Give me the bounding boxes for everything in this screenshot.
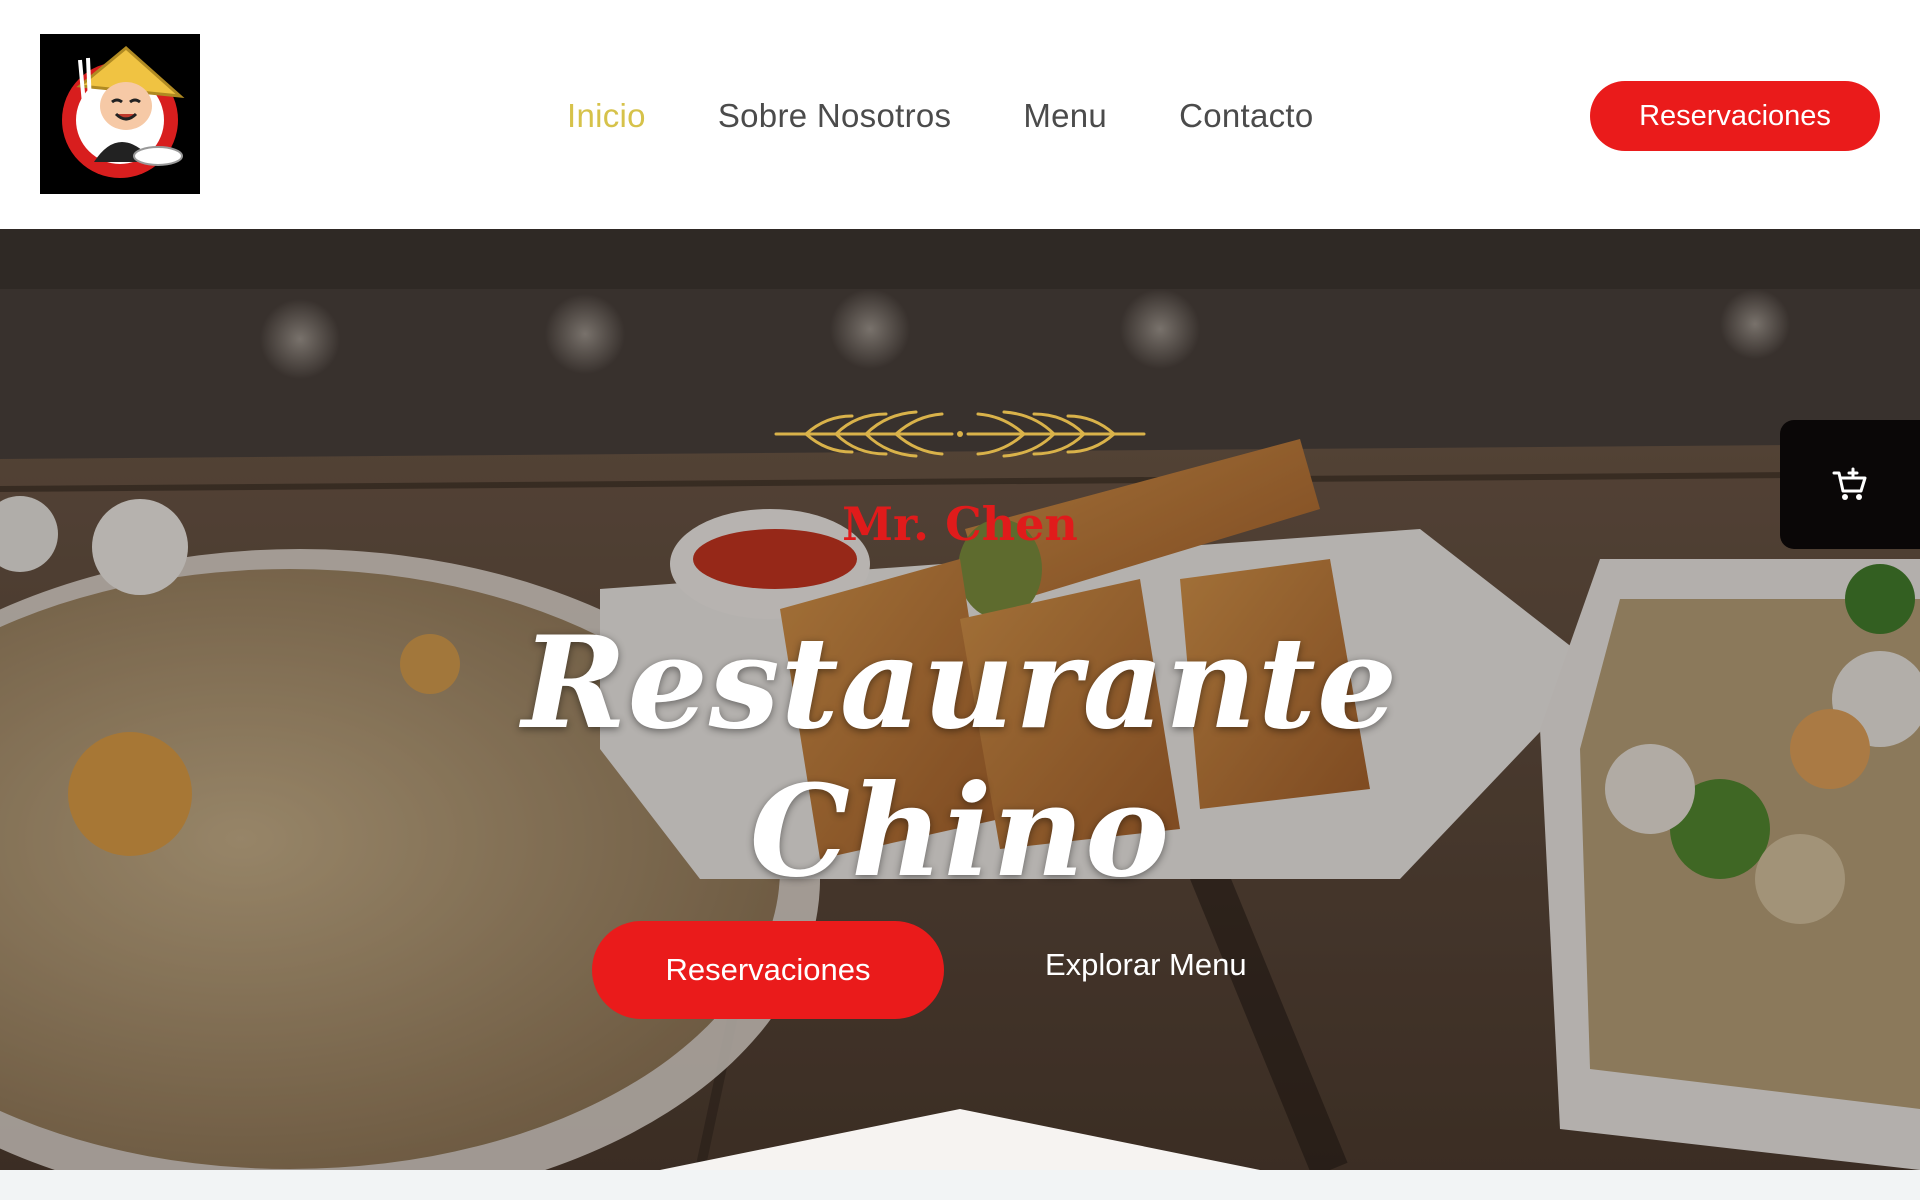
hero-section: Mr. Chen Restaurante Chino Reservaciones… — [0, 229, 1920, 1170]
header-reservations-button[interactable]: Reservaciones — [1590, 81, 1880, 151]
nav-link-menu[interactable]: Menu — [1023, 97, 1107, 135]
chef-mascot-icon — [40, 34, 200, 194]
nav-link-sobre-nosotros[interactable]: Sobre Nosotros — [718, 97, 951, 135]
restaurant-logo[interactable] — [40, 34, 200, 194]
wheat-ornament-icon — [774, 410, 1146, 458]
nav-link-inicio[interactable]: Inicio — [567, 97, 646, 135]
site-header: Inicio Sobre Nosotros Menu Contacto Rese… — [0, 0, 1920, 229]
nav-link-contacto[interactable]: Contacto — [1179, 97, 1313, 135]
hero-bottom-divider — [660, 1109, 1260, 1170]
cart-button[interactable] — [1780, 420, 1920, 549]
add-to-cart-icon — [1832, 467, 1867, 500]
hero-title: Restaurante Chino — [521, 609, 1399, 905]
hero-reservations-button[interactable]: Reservaciones — [592, 921, 944, 1019]
explore-menu-link[interactable]: Explorar Menu — [1045, 947, 1247, 993]
main-nav: Inicio Sobre Nosotros Menu Contacto — [567, 92, 1314, 140]
hero-subtitle: Mr. Chen — [842, 497, 1078, 551]
next-section-strip — [0, 1170, 1920, 1200]
